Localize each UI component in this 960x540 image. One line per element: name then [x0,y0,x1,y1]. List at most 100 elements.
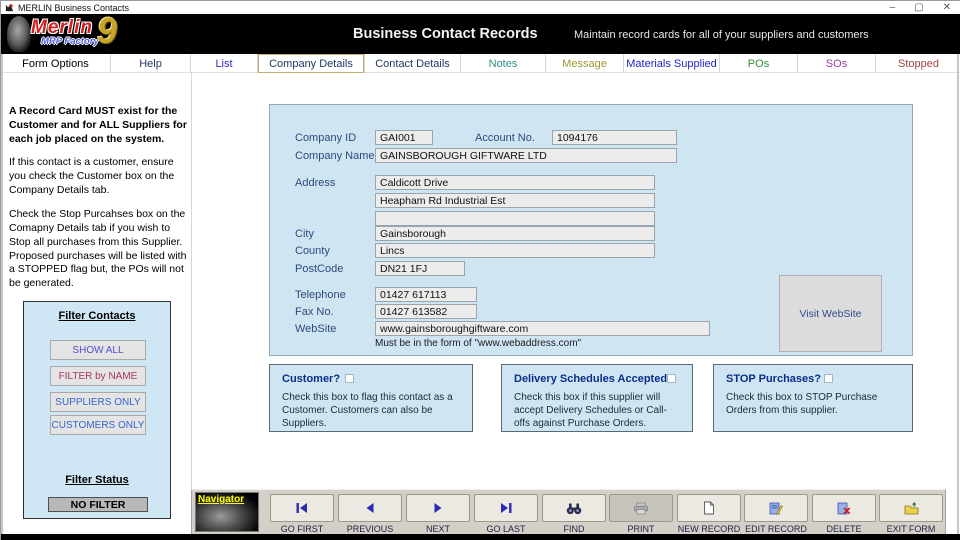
customers-only-button[interactable]: CUSTOMERS ONLY [50,415,146,435]
stop-purchases-title: STOP Purchases? [726,373,821,385]
navigator-image: Navigator [195,492,259,532]
telephone-field[interactable]: 01427 617113 [375,287,477,302]
find-item: FIND [542,494,606,534]
address-line1-field[interactable]: Caldicott Drive [375,175,655,190]
website-field[interactable]: www.gainsboroughgiftware.com [375,321,710,336]
navigator-bar: Navigator GO FIRST PREVIOUS NEXT [191,489,946,535]
close-button[interactable]: ✕ [943,1,951,14]
customer-panel: Customer? Check this box to flag this co… [269,364,473,432]
tab-sos[interactable]: SOs [798,54,876,73]
tab-pos[interactable]: POs [720,54,798,73]
company-name-label: Company Name [295,150,374,162]
merlin-wizard-logo [7,16,31,52]
address-label: Address [295,177,335,189]
next-button[interactable] [406,494,470,522]
print-item: PRINT [609,494,673,534]
customer-title: Customer? [282,373,340,385]
tab-message[interactable]: Message [546,54,624,73]
content-area: A Record Card MUST exist for the Custome… [1,73,960,535]
address-line3-field[interactable] [375,211,655,226]
fax-field[interactable]: 01427 613582 [375,304,477,319]
customer-checkbox[interactable] [345,374,354,383]
filter-contacts-panel: Filter Contacts SHOW ALL FILTER by NAME … [23,301,171,519]
page-subtitle: Maintain record cards for all of your su… [574,29,869,41]
delete-button[interactable] [812,494,876,522]
company-name-field[interactable]: GAINSBOROUGH GIFTWARE LTD [375,148,677,163]
website-format-hint: Must be in the form of "www.webaddress.c… [375,338,581,349]
sidebar-note-customer: If this contact is a customer, ensure yo… [9,156,187,198]
tab-materials-supplied[interactable]: Materials Supplied [624,54,720,73]
tab-contact-details[interactable]: Contact Details [365,54,461,73]
maximize-button[interactable]: ▢ [914,1,923,14]
new-record-icon [703,501,715,515]
show-all-button[interactable]: SHOW ALL [50,340,146,360]
tab-form-options[interactable]: Form Options [1,54,111,73]
visit-website-button[interactable]: Visit WebSite [779,275,882,352]
edit-record-button[interactable] [744,494,808,522]
app-window: MERLIN Business Contacts – ▢ ✕ Merlin MR… [0,0,960,540]
account-no-label: Account No. [475,132,535,144]
new-record-item: NEW RECORD [677,494,741,534]
new-record-button[interactable] [677,494,741,522]
company-id-field[interactable]: GAI001 [375,130,433,145]
exit-form-item: EXIT FORM [879,494,943,534]
app-icon [5,3,14,12]
sidebar-note-stop-purchases: Check the Stop Purcahses box on the Coma… [9,208,187,291]
city-field[interactable]: Gainsborough [375,226,655,241]
telephone-label: Telephone [295,289,346,301]
print-icon [633,502,649,515]
go-first-button[interactable] [270,494,334,522]
edit-record-icon [769,501,783,515]
filter-by-name-button[interactable]: FILTER by NAME [50,366,146,386]
go-first-item: GO FIRST [270,494,334,534]
next-item: NEXT [406,494,470,534]
window-bottom-edge [1,534,960,540]
title-bar: MERLIN Business Contacts – ▢ ✕ [1,1,960,14]
previous-icon [364,502,376,514]
city-label: City [295,228,314,240]
logo-version-9: 9 [97,10,117,52]
go-last-icon [499,502,513,514]
find-icon [566,502,582,515]
page-title: Business Contact Records [353,26,538,42]
tab-notes[interactable]: Notes [461,54,546,73]
delivery-schedules-checkbox[interactable] [667,374,676,383]
go-first-icon [295,502,309,514]
website-label: WebSite [295,323,336,335]
edit-record-item: EDIT RECORD [744,494,808,534]
previous-button[interactable] [338,494,402,522]
tab-stopped[interactable]: Stopped [876,54,960,73]
company-details-panel: Company ID GAI001 Account No. 1094176 Co… [269,104,913,356]
county-field[interactable]: Lincs [375,243,655,258]
app-header: Merlin MRP Factory 9 Business Contact Re… [1,14,960,54]
logo-mrp-factory-text: MRP Factory [41,36,99,47]
tab-list[interactable]: List [191,54,258,73]
previous-item: PREVIOUS [338,494,402,534]
postcode-field[interactable]: DN21 1FJ [375,261,465,276]
sidebar-divider [191,73,192,535]
go-last-button[interactable] [474,494,538,522]
tab-company-details[interactable]: Company Details [258,54,365,73]
stop-purchases-panel: STOP Purchases? Check this box to STOP P… [713,364,913,432]
stop-purchases-description: Check this box to STOP Purchase Orders f… [726,391,902,417]
tab-help[interactable]: Help [111,54,191,73]
delivery-schedules-panel: Delivery Schedules Accepted? Check this … [501,364,693,432]
window-left-edge [1,54,3,535]
stop-purchases-checkbox[interactable] [824,374,833,383]
account-no-field[interactable]: 1094176 [552,130,677,145]
exit-form-button[interactable] [879,494,943,522]
suppliers-only-button[interactable]: SUPPLIERS ONLY [50,392,146,412]
delivery-schedules-title: Delivery Schedules Accepted? [514,373,674,385]
window-right-edge [957,54,959,535]
filter-status-title: Filter Status [24,474,170,486]
company-id-label: Company ID [295,132,356,144]
fax-label: Fax No. [295,306,334,318]
delete-icon [837,501,851,515]
print-button[interactable] [609,494,673,522]
find-button[interactable] [542,494,606,522]
tab-bar: Form Options Help List Company Details C… [1,54,960,73]
minimize-button[interactable]: – [890,1,896,14]
filter-status-badge: NO FILTER [48,497,148,512]
address-line2-field[interactable]: Heapham Rd Industrial Est [375,193,655,208]
navigator-label: Navigator [198,494,244,505]
